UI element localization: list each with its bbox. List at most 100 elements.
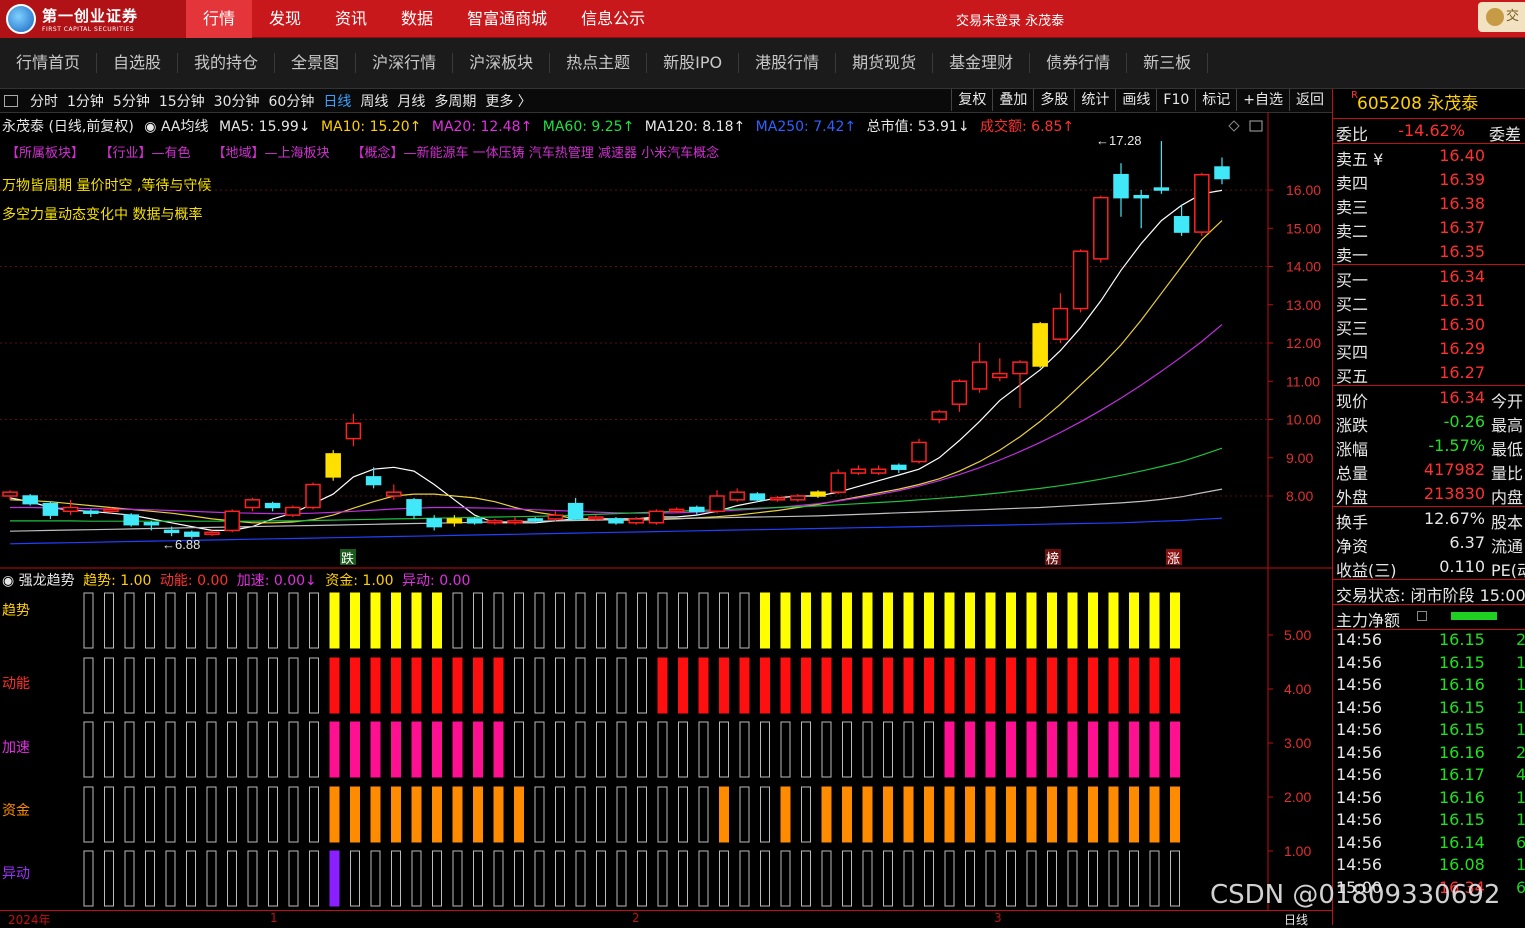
brand-logo[interactable]: 第一创业证券 FIRST CAPITAL SECURITIES — [0, 0, 186, 38]
indicator-bar — [698, 721, 709, 778]
sub-nav-item[interactable]: 全景图 — [275, 53, 357, 73]
candle-body — [264, 502, 281, 509]
indicator-bar — [616, 850, 627, 907]
kline-chart[interactable]: 8.00 9.00 10.00 11.00 12.00 13.00 14.00 15.00 16… — [0, 112, 1332, 912]
trade-button[interactable]: 交 — [1478, 2, 1525, 32]
ma120-value: MA120: 8.18↑ — [644, 119, 746, 135]
indicator-name[interactable]: ◉ 强龙趋势 — [2, 573, 75, 589]
tool-button[interactable]: 复权 — [951, 89, 992, 111]
date-year: 2024年 — [8, 913, 51, 927]
indicator-bar — [350, 657, 360, 714]
period-tab[interactable]: 月线 — [397, 91, 425, 111]
period-tab[interactable]: 15分钟 — [159, 91, 205, 111]
period-tab[interactable]: 分时 — [30, 91, 58, 111]
indicator-bar — [1129, 657, 1139, 714]
tool-button[interactable]: 多股 — [1033, 89, 1074, 111]
indicator-bar — [411, 592, 422, 649]
candle-body — [22, 495, 38, 505]
indicator-bar — [1108, 850, 1119, 907]
tool-button[interactable]: 返回 — [1289, 89, 1330, 111]
candle-body — [527, 518, 543, 522]
window-icon[interactable] — [1249, 120, 1263, 132]
main-nav-item[interactable]: 信息公示 — [564, 0, 662, 38]
quote-label: 外盘 — [1336, 488, 1369, 507]
quote-row: 买一 16.34 — [1333, 265, 1525, 290]
list-icon[interactable] — [1417, 611, 1427, 621]
period-tab[interactable]: 5分钟 — [113, 91, 150, 111]
indicator-bar — [432, 850, 442, 907]
main-nav-item[interactable]: 资讯 — [318, 0, 384, 38]
tick-time: 14:56 — [1336, 787, 1383, 807]
main-nav: 行情 发现 资讯 数据 智富通商城 信息公示 — [186, 0, 662, 38]
concept-tag[interactable]: 【行业】—有色 — [106, 146, 191, 161]
concept-tag[interactable]: 【所属板块】 — [6, 146, 84, 161]
period-tab[interactable]: 更多 〉 — [485, 91, 531, 111]
indicator-bar — [1047, 657, 1057, 714]
concept-tag[interactable]: 【概念】—新能源车 一体压铸 汽车热管理 减速器 小米汽车概念 — [352, 146, 720, 161]
tick-list[interactable]: 14:5616.15214:5616.15114:5616.161214:561… — [1333, 630, 1525, 900]
ma-indicator-name[interactable]: ◉ AA均线 — [144, 119, 208, 135]
indicator-bar — [432, 721, 442, 778]
panel-toggle-icon[interactable] — [4, 95, 18, 107]
indicator-bar — [206, 657, 217, 714]
sub-nav-item[interactable]: 行情首页 — [0, 53, 98, 73]
period-tab[interactable]: 60分钟 — [269, 91, 315, 111]
sub-nav-item[interactable]: 债券行情 — [1030, 53, 1128, 73]
candle-body — [466, 518, 483, 524]
sub-nav-item[interactable]: 新股IPO — [647, 53, 740, 73]
tick-row: 14:56 16.15 1 — [1333, 698, 1525, 721]
indicator-bar — [903, 850, 914, 907]
tick-volume: 2 — [1516, 743, 1525, 762]
period-tab[interactable]: 周线 — [360, 91, 388, 111]
sub-nav-item[interactable]: 新三板 — [1127, 53, 1209, 73]
indicator-bar — [821, 850, 832, 907]
period-tab[interactable]: 1分钟 — [67, 91, 104, 111]
sub-nav-item[interactable]: 热点主题 — [550, 53, 648, 73]
tool-button[interactable]: 统计 — [1074, 89, 1115, 111]
candle-body — [224, 510, 240, 532]
candle-body — [123, 514, 139, 526]
main-nav-item[interactable]: 数据 — [384, 0, 450, 38]
indicator-bar — [965, 721, 975, 778]
main-nav-item[interactable]: 行情 — [186, 0, 253, 38]
indicator-bar — [83, 786, 94, 843]
indicator-bar — [329, 657, 340, 714]
indicator-bar — [1108, 657, 1119, 714]
candle-body — [1173, 216, 1190, 233]
diamond-icon[interactable] — [1228, 120, 1240, 132]
y-tick-label: 9.00 — [1286, 450, 1313, 466]
tool-button[interactable]: 标记 — [1195, 89, 1236, 111]
tick-row: 14:56 16.16 1 — [1333, 788, 1525, 811]
tool-button[interactable]: 画线 — [1115, 89, 1156, 111]
period-tab[interactable]: 日线 — [323, 91, 351, 111]
sub-nav-item[interactable]: 港股行情 — [739, 53, 837, 73]
sub-nav-item[interactable]: 基金理财 — [933, 53, 1031, 73]
sub-nav-item[interactable]: 沪深板块 — [453, 53, 551, 73]
quote-stats: 现价 16.34 今开 涨跌 -0.26 最高 涨幅 -1.57% 最低 总量 417982 量比 外盘… — [1333, 386, 1525, 507]
sub-nav-item[interactable]: 沪深行情 — [356, 53, 454, 73]
tool-button[interactable]: 叠加 — [992, 89, 1033, 111]
quote-value: 16.27 — [1439, 363, 1485, 382]
date-mode[interactable]: 日线 — [1284, 911, 1308, 928]
indicator-bar — [985, 657, 996, 714]
date-month-1: 1 — [270, 911, 278, 925]
stock-code[interactable]: R 605208 永茂泰 — [1333, 89, 1525, 119]
main-nav-item[interactable]: 智富通商城 — [450, 0, 564, 38]
indicator-bar — [391, 721, 401, 778]
list-badge: 榜 — [1046, 551, 1059, 566]
indicator-bar — [186, 786, 196, 843]
sub-nav-item[interactable]: 期货现货 — [836, 53, 934, 73]
tool-button[interactable]: F10 — [1156, 89, 1195, 111]
sub-nav-item[interactable]: 我的持仓 — [178, 53, 276, 73]
ma10-value: MA10: 15.20↑ — [320, 119, 422, 135]
indicator-bar — [309, 721, 319, 778]
quote-row: 卖四 16.39 — [1333, 168, 1525, 193]
indicator-bar — [596, 850, 606, 907]
tool-button[interactable]: +自选 — [1236, 89, 1289, 111]
main-nav-item[interactable]: 发现 — [252, 0, 318, 38]
period-tab[interactable]: 30分钟 — [214, 91, 260, 111]
indicator-bar — [760, 786, 770, 843]
period-tab[interactable]: 多周期 — [434, 91, 476, 111]
sub-nav-item[interactable]: 自选股 — [97, 53, 179, 73]
concept-tag[interactable]: 【地域】—上海板块 — [213, 146, 330, 161]
